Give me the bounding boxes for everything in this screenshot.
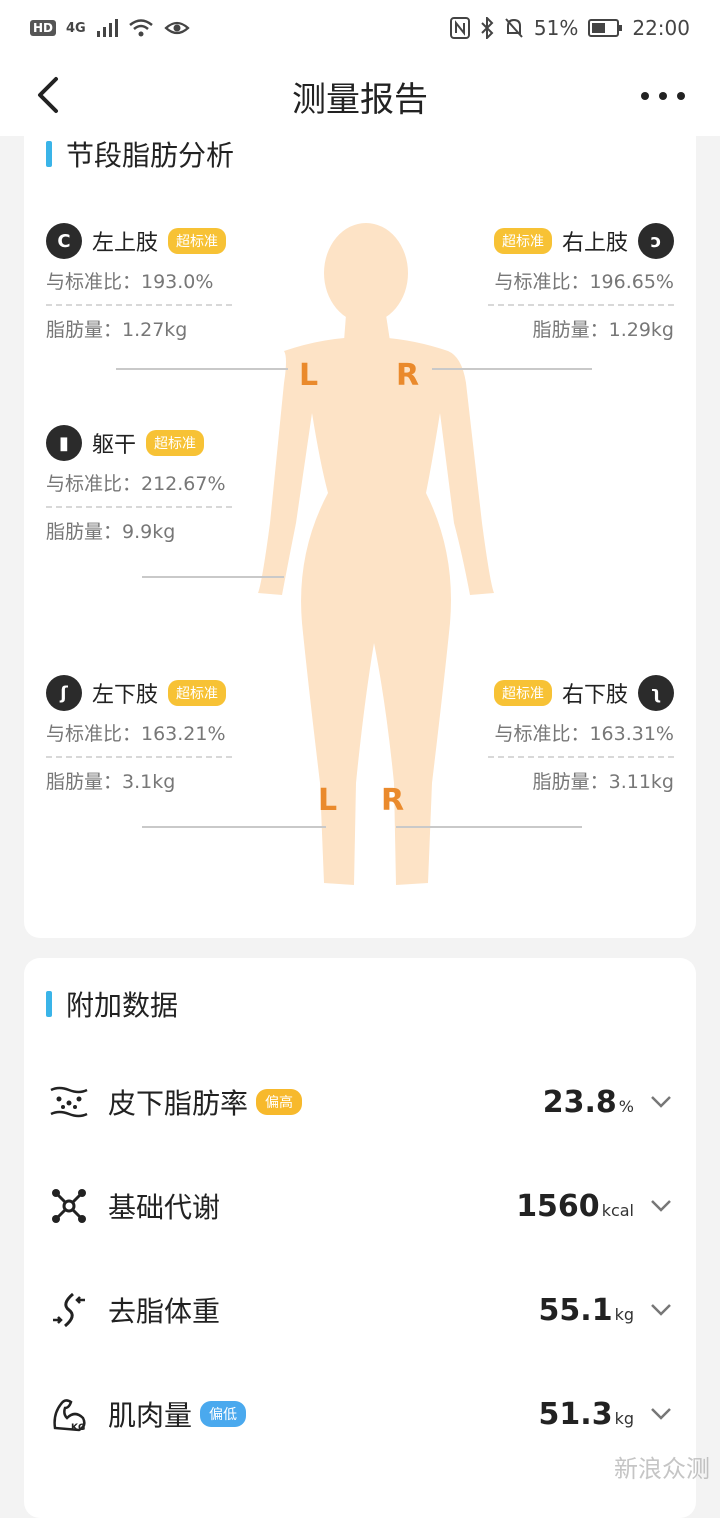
battery-icon <box>588 19 622 37</box>
trunk-icon: ▮ <box>46 425 82 461</box>
signal-icon <box>96 18 118 38</box>
metric-row-lean-mass[interactable]: 去脂体重 55.1 kg <box>46 1280 674 1340</box>
more-dots-icon <box>640 91 686 101</box>
extra-section-title-text: 附加数据 <box>66 984 178 1024</box>
status-right: 51% 22:00 <box>450 16 690 40</box>
segment-ratio: 与标准比：163.21% <box>46 710 232 758</box>
eye-icon <box>164 18 190 38</box>
metric-unit: kcal <box>602 1201 634 1220</box>
battery-percent: 51% <box>534 16 578 40</box>
segment-ratio: 与标准比：163.31% <box>488 710 674 758</box>
metric-name: 肌肉量 <box>108 1394 192 1434</box>
status-badge: 超标准 <box>146 430 204 456</box>
metric-number: 1560 <box>516 1189 600 1224</box>
metric-unit: % <box>619 1097 634 1116</box>
segment-left-arm[interactable]: C 左上肢 超标准 与标准比：193.0% 脂肪量：1.27kg <box>46 224 232 354</box>
metric-number: 55.1 <box>539 1293 613 1328</box>
hd-indicator: HD <box>30 20 56 36</box>
app-header: 测量报告 <box>0 56 720 136</box>
left-leg-icon: ʃ <box>46 675 82 711</box>
muscle-icon: KG <box>46 1391 92 1437</box>
segment-name: 右上肢 <box>562 225 628 257</box>
metric-unit: kg <box>615 1305 634 1324</box>
status-badge: 偏低 <box>200 1401 246 1427</box>
segment-header: ʃ 左下肢 超标准 <box>46 676 232 710</box>
segment-fat: 脂肪量：3.11kg <box>488 758 674 806</box>
metric-number: 23.8 <box>543 1085 617 1120</box>
metric-unit: kg <box>615 1409 634 1428</box>
bluetooth-icon <box>480 17 494 39</box>
segment-fat: 脂肪量：1.27kg <box>46 306 232 354</box>
segment-fat: 脂肪量：3.1kg <box>46 758 232 806</box>
nfc-icon <box>450 17 470 39</box>
subcutaneous-fat-icon <box>46 1079 92 1125</box>
marker-upper-left: L <box>299 358 318 393</box>
lean-mass-icon <box>46 1287 92 1333</box>
right-arm-icon: ɔ <box>638 223 674 259</box>
metric-value: 1560 kcal <box>516 1189 634 1224</box>
segment-name: 躯干 <box>92 427 136 459</box>
segment-ratio: 与标准比：196.65% <box>488 258 674 306</box>
segment-section-title-text: 节段脂肪分析 <box>66 134 234 174</box>
metric-value: 23.8 % <box>543 1085 634 1120</box>
status-bar: HD 4G 51% 22:00 <box>0 0 720 56</box>
metric-name: 皮下脂肪率 <box>108 1082 248 1122</box>
chevron-left-icon <box>36 76 60 114</box>
metric-row-bmr[interactable]: 基础代谢 1560 kcal <box>46 1176 674 1236</box>
status-badge: 超标准 <box>494 228 552 254</box>
segment-fat-card: 节段脂肪分析 L R L R C 左上肢 超标准 与标准比：193.0% 脂肪量… <box>24 128 696 938</box>
svg-text:KG: KG <box>71 1423 85 1433</box>
page-title: 测量报告 <box>292 72 428 121</box>
marker-lower-right: R <box>381 783 404 818</box>
section-accent-bar <box>46 141 52 167</box>
segment-name: 左下肢 <box>92 677 158 709</box>
status-badge: 超标准 <box>494 680 552 706</box>
segment-left-leg[interactable]: ʃ 左下肢 超标准 与标准比：163.21% 脂肪量：3.1kg <box>46 676 232 806</box>
marker-upper-right: R <box>396 358 419 393</box>
segment-fat: 脂肪量：1.29kg <box>488 306 674 354</box>
metric-value: 51.3 kg <box>539 1397 634 1432</box>
back-button[interactable] <box>36 76 76 116</box>
segment-right-leg[interactable]: 超标准 右下肢 ʅ 与标准比：163.31% 脂肪量：3.11kg <box>488 676 674 806</box>
segment-header: C 左上肢 超标准 <box>46 224 232 258</box>
segment-name: 左上肢 <box>92 225 158 257</box>
segment-ratio: 与标准比：193.0% <box>46 258 232 306</box>
marker-lower-left: L <box>318 783 337 818</box>
chevron-down-icon[interactable] <box>648 1297 674 1323</box>
metric-number: 51.3 <box>539 1397 613 1432</box>
metric-value: 55.1 kg <box>539 1293 634 1328</box>
segment-ratio: 与标准比：212.67% <box>46 460 232 508</box>
segment-right-arm[interactable]: 超标准 右上肢 ɔ 与标准比：196.65% 脂肪量：1.29kg <box>488 224 674 354</box>
segment-header: ▮ 躯干 超标准 <box>46 426 232 460</box>
molecule-icon <box>46 1183 92 1229</box>
right-leg-icon: ʅ <box>638 675 674 711</box>
left-arm-icon: C <box>46 223 82 259</box>
extra-section-title: 附加数据 <box>46 984 178 1024</box>
chevron-down-icon[interactable] <box>648 1193 674 1219</box>
clock: 22:00 <box>632 16 690 40</box>
watermark: 新浪众测 <box>614 1449 710 1484</box>
segment-section-title: 节段脂肪分析 <box>46 134 234 174</box>
network-indicator: 4G <box>66 21 86 36</box>
metric-name: 去脂体重 <box>108 1290 220 1330</box>
chevron-down-icon[interactable] <box>648 1089 674 1115</box>
status-badge: 超标准 <box>168 228 226 254</box>
section-accent-bar <box>46 991 52 1017</box>
metric-name: 基础代谢 <box>108 1186 220 1226</box>
segment-trunk[interactable]: ▮ 躯干 超标准 与标准比：212.67% 脂肪量：9.9kg <box>46 426 232 556</box>
segment-header: 超标准 右下肢 ʅ <box>488 676 674 710</box>
segment-name: 右下肢 <box>562 677 628 709</box>
status-left: HD 4G <box>30 18 190 38</box>
status-badge: 偏高 <box>256 1089 302 1115</box>
extra-data-card: 附加数据 皮下脂肪率 偏高 23.8 % 基础代谢 1560 kcal 去脂体重… <box>24 958 696 1518</box>
more-button[interactable] <box>640 76 686 104</box>
metric-row-subcutaneous-fat[interactable]: 皮下脂肪率 偏高 23.8 % <box>46 1072 674 1132</box>
chevron-down-icon[interactable] <box>648 1401 674 1427</box>
segment-header: 超标准 右上肢 ɔ <box>488 224 674 258</box>
segment-fat: 脂肪量：9.9kg <box>46 508 232 556</box>
metric-row-muscle-mass[interactable]: KG 肌肉量 偏低 51.3 kg <box>46 1384 674 1444</box>
status-badge: 超标准 <box>168 680 226 706</box>
wifi-icon <box>128 18 154 38</box>
mute-bell-icon <box>504 17 524 39</box>
